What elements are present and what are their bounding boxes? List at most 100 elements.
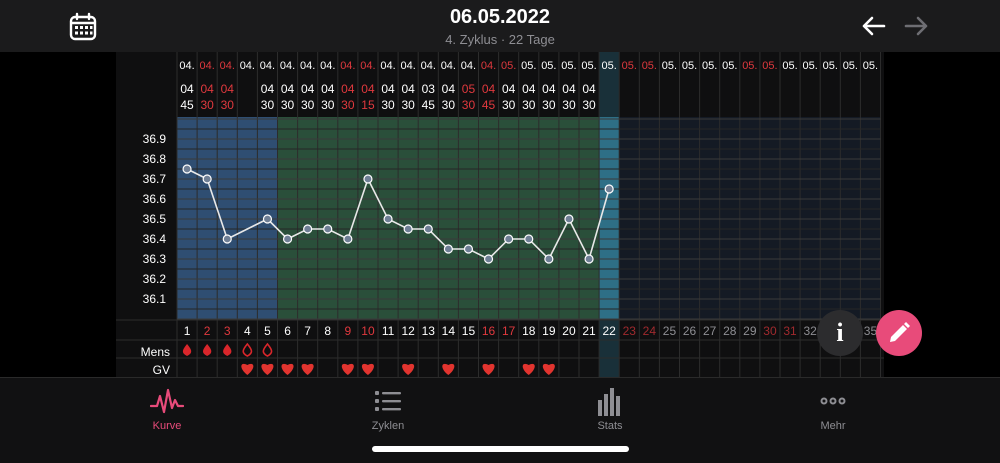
heart-icon [281,363,294,375]
heart-icon [261,363,274,375]
day-number: 28 [723,324,737,338]
date-label: 05. [501,60,516,72]
menstruation-drop-light-icon [262,342,273,357]
heart-icon [542,363,555,375]
time-hour-label: 04 [582,82,596,96]
arrow-right-icon[interactable] [904,14,930,38]
mens-row-label: Mens [141,345,170,359]
heart-icon [241,363,254,375]
time-hour-label: 04 [361,82,375,96]
temperature-point [423,224,433,234]
y-tick-label: 36.2 [143,272,167,286]
time-minute-label: 30 [442,98,456,112]
temperature-point [343,234,353,244]
y-tick-label: 36.9 [143,132,167,146]
day-number: 10 [361,324,375,338]
temperature-point [403,224,413,234]
temperature-chart-svg: 36.9 36.8 36.7 36.6 36.5 36.4 36.3 36.2 36.1 04. 0… [116,52,884,378]
day-number: 12 [401,324,415,338]
menstruation-drop-icon [223,344,232,356]
day-number: 26 [683,324,697,338]
time-hour-label: 05 [462,82,476,96]
date-label: 04. [200,60,215,72]
date-label: 05. [782,60,797,72]
temperature-point [544,254,554,264]
date-label: 04. [340,60,355,72]
time-hour-label: 04 [221,82,235,96]
date-label: 05. [561,60,576,72]
date-label: 04. [360,60,375,72]
date-label: 04. [320,60,335,72]
day-number: 6 [284,324,291,338]
time-minute-label: 30 [582,98,596,112]
heart-icon [361,363,374,375]
date-label: 05. [863,60,878,72]
cycle-subtitle: 4. Zyklus · 22 Tage [445,32,555,47]
day-number: 4 [244,324,251,338]
temperature-point [564,214,574,224]
date-label: 05. [843,60,858,72]
time-minute-label: 30 [502,98,516,112]
temperature-point [443,244,453,254]
time-hour-label: 04 [442,82,456,96]
date-label: 04. [280,60,295,72]
bar-chart-icon [598,388,620,416]
date-label: 05. [622,60,637,72]
day-number: 18 [522,324,536,338]
list-icon [375,391,401,411]
temperature-chart[interactable]: 36.9 36.8 36.7 36.6 36.5 36.4 36.3 36.2 36.1 04. 0… [116,52,884,378]
temperature-point [524,234,534,244]
date-label: 04. [300,60,315,72]
time-minute-label: 45 [422,98,436,112]
date-label: 05. [581,60,596,72]
date-label: 04. [441,60,456,72]
time-hour-label: 04 [542,82,556,96]
tab-zyklen[interactable]: Zyklen [328,384,448,432]
tab-label: Kurve [152,420,182,432]
time-hour-label: 04 [301,82,315,96]
day-number: 25 [663,324,677,338]
pulse-icon [150,388,184,414]
tab-stats[interactable]: Stats [550,384,670,432]
temperature-point [323,224,333,234]
more-icon [820,397,846,405]
day-number: 2 [204,324,211,338]
date-label: 05. [762,60,777,72]
tab-label: Zyklen [371,420,405,432]
date-label: 05. [602,60,617,72]
temperature-point [483,254,494,264]
time-minute-label: 30 [281,98,295,112]
day-number: 29 [743,324,757,338]
date-label: 05. [662,60,677,72]
date-label: 05. [823,60,838,72]
date-label: 04. [401,60,416,72]
edit-button[interactable] [876,310,922,356]
y-tick-label: 36.6 [143,192,167,206]
day-number: 8 [324,324,331,338]
info-button[interactable]: i [817,310,863,356]
date-label: 05. [722,60,737,72]
top-bar: 06.05.2022 4. Zyklus · 22 Tage [0,0,1000,52]
day-number: 24 [643,324,657,338]
day-number: 19 [542,324,556,338]
tab-kurve[interactable]: Kurve [107,384,227,432]
arrow-left-icon[interactable] [860,14,886,38]
heart-icon [402,363,415,375]
date-label: 05. [521,60,536,72]
time-hour-label: 04 [261,82,275,96]
day-number: 1 [184,324,191,338]
date-label: 05. [682,60,697,72]
temperature-point [604,184,614,194]
time-minute-label: 30 [542,98,556,112]
date-label: 04. [220,60,235,72]
heart-icon [442,363,455,375]
day-number: 5 [264,324,271,338]
time-minute-label: 45 [482,98,496,112]
y-tick-label: 36.3 [143,252,167,266]
time-hour-label: 03 [422,82,436,96]
time-minute-label: 30 [341,98,355,112]
time-minute-label: 30 [301,98,315,112]
y-tick-label: 36.5 [143,212,167,226]
time-minute-label: 30 [381,98,395,112]
tab-mehr[interactable]: Mehr [773,384,893,432]
